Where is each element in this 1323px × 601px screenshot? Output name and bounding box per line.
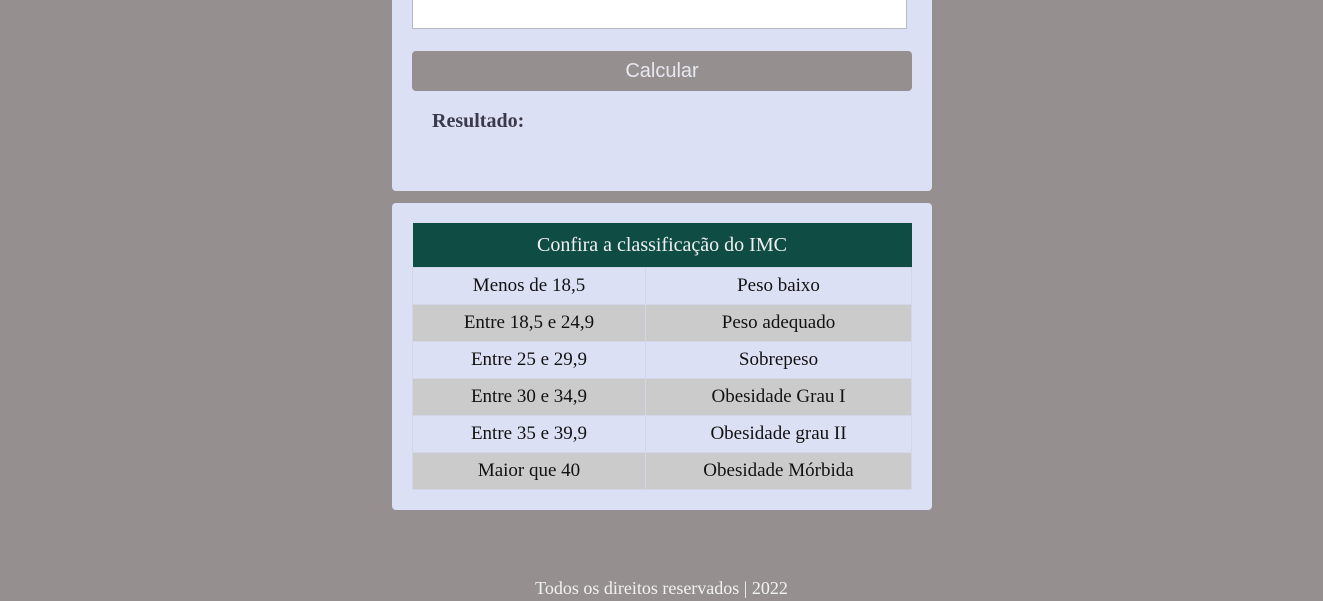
value-input[interactable] [412, 0, 907, 29]
imc-classification-table: Confira a classificação do IMC Menos de … [412, 223, 912, 490]
table-row: Maior que 40 Obesidade Mórbida [412, 452, 912, 490]
table-row: Menos de 18,5 Peso baixo [412, 267, 912, 305]
imc-range-cell: Entre 25 e 29,9 [412, 341, 646, 379]
imc-range-cell: Menos de 18,5 [412, 267, 646, 305]
imc-category-cell: Obesidade Mórbida [645, 452, 912, 490]
imc-range-cell: Entre 35 e 39,9 [412, 415, 646, 453]
imc-range-cell: Entre 30 e 34,9 [412, 378, 646, 416]
imc-category-cell: Obesidade Grau I [645, 378, 912, 416]
result-label: Resultado: [432, 110, 525, 132]
imc-range-cell: Entre 18,5 e 24,9 [412, 304, 646, 342]
table-row: Entre 35 e 39,9 Obesidade grau II [412, 415, 912, 453]
table-row: Entre 30 e 34,9 Obesidade Grau I [412, 378, 912, 416]
imc-category-cell: Obesidade grau II [645, 415, 912, 453]
imc-range-cell: Maior que 40 [412, 452, 646, 490]
footer-copyright: Todos os direitos reservados | 2022 [535, 578, 788, 598]
calculator-card: Calcular Resultado: [392, 0, 932, 191]
table-row: Entre 25 e 29,9 Sobrepeso [412, 341, 912, 379]
imc-category-cell: Peso baixo [645, 267, 912, 305]
imc-category-cell: Sobrepeso [645, 341, 912, 379]
table-header-row: Confira a classificação do IMC [412, 223, 912, 268]
imc-category-cell: Peso adequado [645, 304, 912, 342]
table-title: Confira a classificação do IMC [412, 223, 912, 268]
table-row: Entre 18,5 e 24,9 Peso adequado [412, 304, 912, 342]
classification-card: Confira a classificação do IMC Menos de … [392, 203, 932, 510]
calculate-button[interactable]: Calcular [412, 51, 912, 91]
